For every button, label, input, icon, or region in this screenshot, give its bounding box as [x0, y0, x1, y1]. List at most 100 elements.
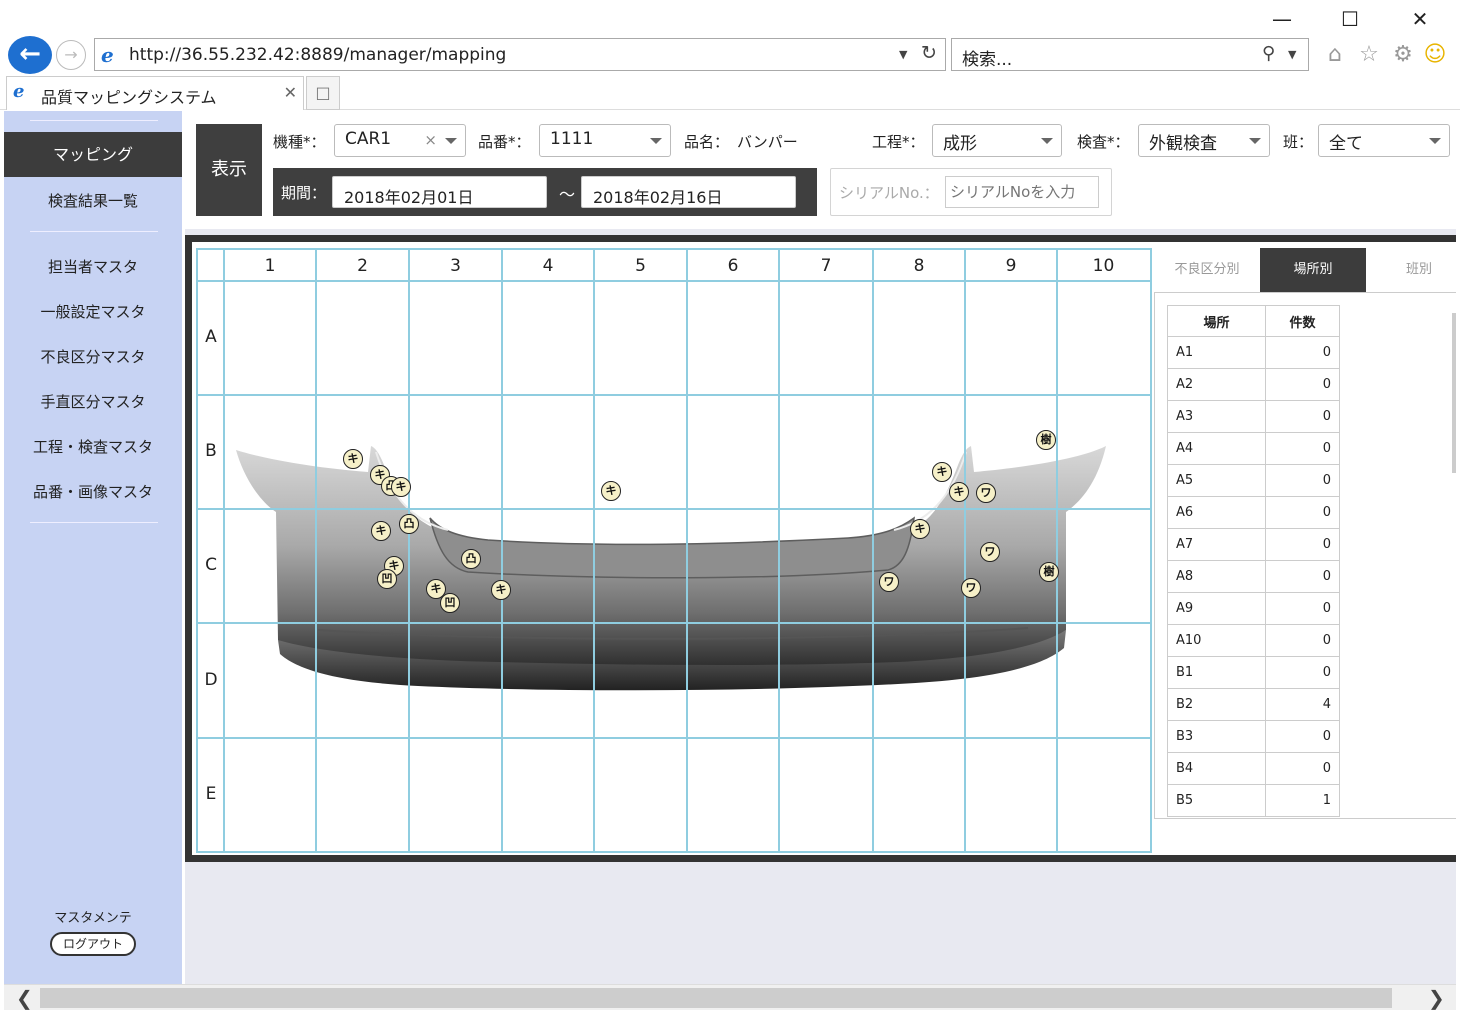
- tab-strip: e 品質マッピングシステム ✕ □: [0, 74, 1460, 110]
- sidebar-item-general-settings-master[interactable]: 一般設定マスタ: [4, 301, 182, 322]
- sidebar-item-defect-category-master[interactable]: 不良区分マスタ: [4, 346, 182, 367]
- table-row: A7 0: [1167, 528, 1340, 561]
- period-box: 期間： 2018年02月01日 ～ 2018年02月16日: [273, 168, 817, 216]
- defect-marker[interactable]: キ: [343, 449, 363, 469]
- date-to-field[interactable]: 2018年02月16日: [581, 176, 796, 208]
- window-titlebar: — ☐ ✕: [0, 0, 1460, 36]
- search-dropdown-icon[interactable]: ▼: [1288, 48, 1296, 61]
- grid-line-vertical: [778, 250, 780, 851]
- location-cell: A10: [1167, 624, 1266, 657]
- table-row: B4 0: [1167, 752, 1340, 785]
- defect-marker[interactable]: ワ: [976, 483, 996, 503]
- part-name-label: 品名：: [684, 133, 730, 151]
- grid-row-label: A: [205, 327, 217, 347]
- count-cell: 0: [1265, 624, 1340, 657]
- sidebar-item-staff-master[interactable]: 担当者マスタ: [4, 256, 182, 277]
- ie-logo-icon: e: [101, 43, 114, 67]
- address-bar-row: ← → e http://36.55.232.42:8889/manager/m…: [0, 36, 1460, 74]
- defect-marker[interactable]: 凹: [377, 569, 397, 589]
- tab-by-defect-category[interactable]: 不良区分別: [1154, 248, 1260, 292]
- table-row: A1 0: [1167, 336, 1340, 369]
- chevron-down-icon: [1429, 138, 1441, 144]
- tab-by-location[interactable]: 場所別: [1260, 248, 1366, 292]
- gear-icon[interactable]: ⚙: [1388, 40, 1418, 70]
- clear-icon[interactable]: ×: [424, 131, 437, 149]
- refresh-icon[interactable]: ↻: [921, 42, 937, 64]
- show-button[interactable]: 表示: [196, 124, 262, 216]
- home-icon[interactable]: ⌂: [1320, 40, 1350, 70]
- inspection-select[interactable]: 外観検査: [1138, 124, 1270, 157]
- search-field[interactable]: 検索... ⚲ ▼: [951, 38, 1309, 71]
- forward-arrow-icon[interactable]: →: [56, 40, 86, 70]
- defect-marker[interactable]: 樹: [1036, 430, 1056, 450]
- search-icon[interactable]: ⚲: [1262, 43, 1275, 64]
- defect-marker[interactable]: キ: [371, 521, 391, 541]
- browser-tab[interactable]: e 品質マッピングシステム ✕: [6, 76, 304, 110]
- process-select[interactable]: 成形: [932, 124, 1062, 157]
- table-row: A10 0: [1167, 624, 1340, 657]
- part-number-select[interactable]: 1111: [539, 124, 671, 157]
- grid-column-label: 2: [357, 256, 368, 276]
- serial-label: シリアルNo.：: [839, 184, 939, 202]
- grid-line-horizontal: [198, 737, 1150, 739]
- url-dropdown-icon[interactable]: ▼: [899, 48, 907, 61]
- favorites-star-icon[interactable]: ☆: [1354, 40, 1384, 70]
- table-row: B3 0: [1167, 720, 1340, 753]
- sidebar-item-inspection-results[interactable]: 検査結果一覧: [4, 190, 182, 211]
- tab-by-shift[interactable]: 班別: [1366, 248, 1460, 292]
- defect-marker[interactable]: キ: [491, 580, 511, 600]
- table-row: A6 0: [1167, 496, 1340, 529]
- scroll-left-icon[interactable]: ❮: [16, 986, 33, 1010]
- shift-select[interactable]: 全て: [1318, 124, 1450, 157]
- scroll-thumb[interactable]: [40, 988, 1392, 1008]
- back-arrow-icon[interactable]: ←: [8, 36, 52, 74]
- location-cell: A8: [1167, 560, 1266, 593]
- grid-line-vertical: [408, 250, 410, 851]
- scroll-right-icon[interactable]: ❯: [1428, 986, 1445, 1010]
- defect-marker[interactable]: キ: [949, 482, 969, 502]
- date-from-field[interactable]: 2018年02月01日: [332, 176, 547, 208]
- defect-marker[interactable]: ワ: [961, 578, 981, 598]
- defect-marker[interactable]: キ: [910, 519, 930, 539]
- close-tab-icon[interactable]: ✕: [284, 83, 297, 102]
- count-cell: 1: [1265, 784, 1340, 817]
- summary-tabs: 不良区分別 場所別 班別: [1154, 248, 1456, 292]
- location-cell: A2: [1167, 368, 1266, 401]
- bumper-image: [236, 446, 1106, 691]
- sidebar-item-part-image-master[interactable]: 品番・画像マスタ: [4, 481, 182, 502]
- new-tab-icon[interactable]: □: [306, 76, 340, 110]
- inspection-value: 外観検査: [1149, 134, 1217, 154]
- sidebar-item-rework-category-master[interactable]: 手直区分マスタ: [4, 391, 182, 412]
- defect-marker[interactable]: 凸: [461, 549, 481, 569]
- url-text[interactable]: http://36.55.232.42:8889/manager/mapping: [129, 45, 506, 65]
- defect-marker[interactable]: 樹: [1039, 562, 1059, 582]
- location-cell: A9: [1167, 592, 1266, 625]
- ie-tab-icon: e: [13, 81, 25, 102]
- horizontal-scrollbar[interactable]: ❮ ❯: [4, 984, 1456, 1010]
- minimize-icon[interactable]: —: [1262, 6, 1302, 32]
- defect-marker[interactable]: ワ: [879, 572, 899, 592]
- sidebar-item-process-inspection-master[interactable]: 工程・検査マスタ: [4, 436, 182, 457]
- maximize-icon[interactable]: ☐: [1330, 6, 1370, 32]
- defect-marker[interactable]: キ: [391, 477, 411, 497]
- defect-marker[interactable]: ワ: [980, 542, 1000, 562]
- defect-marker[interactable]: キ: [601, 481, 621, 501]
- smiley-feedback-icon[interactable]: ☺: [1420, 40, 1450, 70]
- close-window-icon[interactable]: ✕: [1400, 6, 1440, 32]
- url-field[interactable]: e http://36.55.232.42:8889/manager/mappi…: [94, 38, 946, 71]
- vertical-scrollbar[interactable]: [1452, 313, 1456, 473]
- defect-map-grid[interactable]: 12345678910ABCDEキキ凸キキ凸キ凹凸キ凹キキキキワ樹キワワワ樹: [196, 248, 1152, 853]
- search-placeholder[interactable]: 検索...: [962, 45, 1012, 70]
- grid-row-label: E: [205, 784, 217, 804]
- grid-column-label: 5: [635, 256, 646, 276]
- chevron-down-icon: [1249, 138, 1261, 144]
- logout-button[interactable]: ログアウト: [50, 932, 136, 956]
- defect-marker[interactable]: 凸: [399, 514, 419, 534]
- serial-input[interactable]: [945, 176, 1099, 208]
- defect-marker[interactable]: キ: [932, 462, 952, 482]
- model-select[interactable]: CAR1 ×: [334, 124, 466, 157]
- tab-title: 品質マッピングシステム: [41, 88, 217, 107]
- defect-marker[interactable]: 凹: [440, 593, 460, 613]
- sidebar-item-mapping[interactable]: マッピング: [4, 132, 182, 177]
- shift-value: 全て: [1329, 134, 1363, 154]
